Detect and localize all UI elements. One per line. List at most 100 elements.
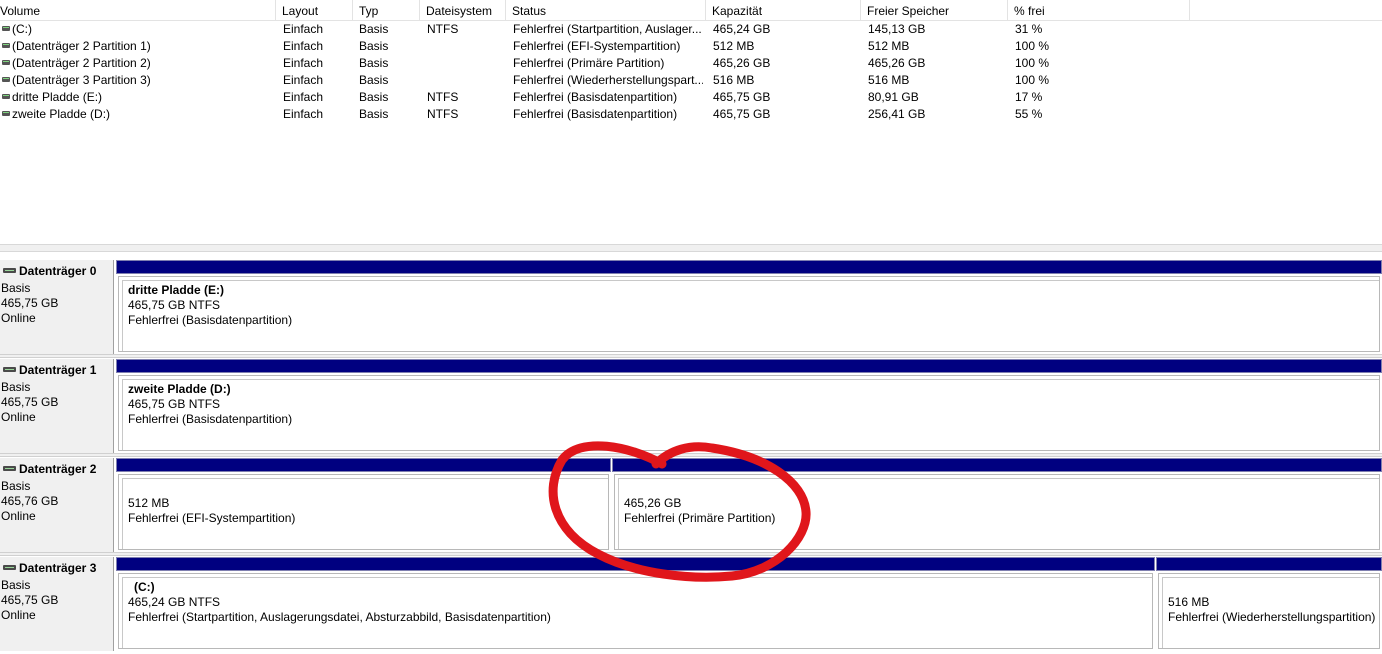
row-separator [0,354,1382,358]
partition-bar [116,557,1155,571]
cell-kapazitaet: 465,24 GB [713,22,771,36]
disk-type: Basis [1,578,31,592]
disk-map: Datenträger 0 Basis 465,75 GB Online dri… [0,252,1382,654]
partition-body: 465,26 GB Fehlerfrei (Primäre Partition) [614,474,1380,550]
partition-body: 512 MB Fehlerfrei (EFI-Systempartition) [118,474,609,550]
column-header-dateisystem[interactable]: Dateisystem [420,0,506,20]
column-header-typ[interactable]: Typ [353,0,420,20]
partition-title: (C:) [134,580,155,594]
disk-type: Basis [1,479,31,493]
partition-recovery[interactable]: 516 MB Fehlerfrei (Wiederherstellungspar… [1156,557,1382,651]
partition-size: 516 MB [1168,595,1210,609]
partition-size: 465,75 GB NTFS [128,397,221,411]
cell-status: Fehlerfrei (Basisdatenpartition) [513,90,678,104]
disk-size: 465,75 GB [1,395,59,409]
partition-e[interactable]: dritte Pladde (E:) 465,75 GB NTFS Fehler… [116,260,1382,354]
disk-icon [3,268,16,273]
cell-prozent-frei: 100 % [1015,73,1050,87]
partition-primary[interactable]: 465,26 GB Fehlerfrei (Primäre Partition) [612,458,1382,552]
disk-label-1[interactable]: Datenträger 1 Basis 465,75 GB Online [0,359,114,453]
pane-splitter[interactable] [0,244,1382,252]
volume-list[interactable]: Volume Layout Typ Dateisystem Status Kap… [0,0,1382,244]
column-header-kapazitaet[interactable]: Kapazität [706,0,861,20]
partition-c[interactable]: (C:) 465,24 GB NTFS Fehlerfrei (Startpar… [116,557,1155,651]
drive-icon [2,94,10,99]
column-header-volume[interactable]: Volume [0,0,276,20]
cell-status: Fehlerfrei (Startpartition, Auslager... [513,22,702,36]
cell-layout: Einfach [283,22,324,36]
partition-body: dritte Pladde (E:) 465,75 GB NTFS Fehler… [118,276,1380,352]
cell-typ: Basis [359,107,389,121]
drive-icon [2,111,10,116]
volume-row[interactable]: zweite Pladde (D:) Einfach Basis NTFS Fehler… [0,106,1382,123]
column-header-status[interactable]: Status [506,0,706,20]
volume-row[interactable]: (Datenträger 2 Partition 1) Einfach Basis F… [0,38,1382,55]
cell-kapazitaet: 465,75 GB [713,107,771,121]
cell-freier-speicher: 145,13 GB [868,22,926,36]
cell-volume: (Datenträger 2 Partition 2) [12,56,151,70]
column-header-prozent-frei[interactable]: % frei [1008,0,1190,20]
cell-layout: Einfach [283,39,324,53]
partition-size: 465,24 GB NTFS [128,595,221,609]
cell-volume: (C:) [12,22,32,36]
partition-status: Fehlerfrei (Startpartition, Auslagerungs… [128,610,551,624]
partition-size: 512 MB [128,496,170,510]
cell-prozent-frei: 100 % [1015,39,1050,53]
drive-icon [2,77,10,82]
volume-row[interactable]: (Datenträger 3 Partition 3) Einfach Basis F… [0,72,1382,89]
partition-title: dritte Pladde (E:) [128,283,225,297]
volume-row[interactable]: (C:) Einfach Basis NTFS Fehlerfrei (Startpar… [0,21,1382,38]
disk-name: Datenträger 1 [19,363,97,377]
cell-typ: Basis [359,22,389,36]
cell-dateisystem: NTFS [427,22,459,36]
disk-label-2[interactable]: Datenträger 2 Basis 465,76 GB Online [0,458,114,552]
partition-body: zweite Pladde (D:) 465,75 GB NTFS Fehler… [118,375,1380,451]
cell-freier-speicher: 516 MB [868,73,910,87]
cell-kapazitaet: 465,26 GB [713,56,771,70]
disk-state: Online [1,410,36,424]
disk-label-0[interactable]: Datenträger 0 Basis 465,75 GB Online [0,260,114,354]
disk-icon [3,466,16,471]
column-header-layout[interactable]: Layout [276,0,353,20]
disk-row-0: Datenträger 0 Basis 465,75 GB Online dri… [0,260,1382,354]
disk-type: Basis [1,281,31,295]
partition-size: 465,26 GB [624,496,682,510]
partition-status: Fehlerfrei (Basisdatenpartition) [128,412,293,426]
cell-kapazitaet: 512 MB [713,39,755,53]
cell-freier-speicher: 80,91 GB [868,90,919,104]
cell-typ: Basis [359,56,389,70]
volume-list-header: Volume Layout Typ Dateisystem Status Kap… [0,0,1382,21]
drive-icon [2,43,10,48]
cell-status: Fehlerfrei (EFI-Systempartition) [513,39,681,53]
cell-status: Fehlerfrei (Primäre Partition) [513,56,665,70]
partition-title: zweite Pladde (D:) [128,382,231,396]
disk-size: 465,76 GB [1,494,59,508]
volume-row[interactable]: (Datenträger 2 Partition 2) Einfach Basis F… [0,55,1382,72]
partition-d[interactable]: zweite Pladde (D:) 465,75 GB NTFS Fehler… [116,359,1382,453]
drive-icon [2,26,10,31]
volume-row[interactable]: dritte Pladde (E:) Einfach Basis NTFS Fehler… [0,89,1382,106]
cell-layout: Einfach [283,56,324,70]
cell-layout: Einfach [283,90,324,104]
disk-icon [3,565,16,570]
disk-row-3: Datenträger 3 Basis 465,75 GB Online (C:… [0,557,1382,651]
cell-freier-speicher: 512 MB [868,39,910,53]
row-separator [0,453,1382,457]
disk-icon [3,367,16,372]
cell-typ: Basis [359,90,389,104]
disk-label-3[interactable]: Datenträger 3 Basis 465,75 GB Online [0,557,114,651]
partition-status: Fehlerfrei (Basisdatenpartition) [128,313,293,327]
disk-name: Datenträger 2 [19,462,97,476]
partition-efi[interactable]: 512 MB Fehlerfrei (EFI-Systempartition) [116,458,611,552]
column-header-freier-speicher[interactable]: Freier Speicher [861,0,1008,20]
cell-volume: zweite Pladde (D:) [12,107,111,121]
disk-state: Online [1,608,36,622]
partition-bar [116,458,611,472]
partition-bar [612,458,1382,472]
partition-bar [1156,557,1382,571]
cell-typ: Basis [359,39,389,53]
cell-dateisystem: NTFS [427,90,459,104]
cell-layout: Einfach [283,107,324,121]
drive-icon [2,60,10,65]
cell-prozent-frei: 100 % [1015,56,1050,70]
